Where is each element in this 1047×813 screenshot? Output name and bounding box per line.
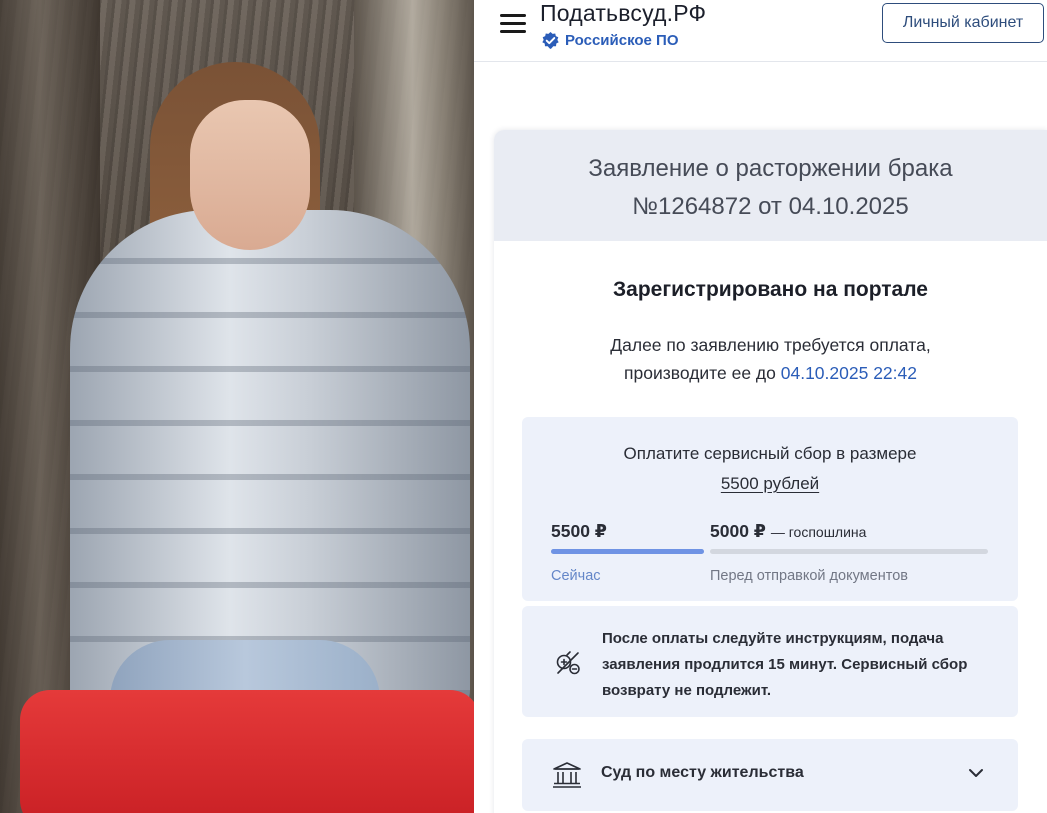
info-text: После оплаты следуйте инструкциям, подач… bbox=[602, 630, 968, 699]
face bbox=[190, 100, 310, 250]
status-title: Зарегистрировано на портале bbox=[613, 278, 928, 301]
verified-check-icon bbox=[542, 31, 559, 49]
court-label: Суд по месту жительства bbox=[601, 764, 804, 781]
step-value: 5500 ₽ bbox=[551, 521, 607, 541]
chevron-down-icon[interactable] bbox=[968, 767, 984, 779]
notice-line1: Далее по заявлению требуется оплата, bbox=[610, 335, 931, 355]
tv-still-photo bbox=[0, 0, 474, 813]
application-number: №1264872 от 04.10.2025 bbox=[632, 193, 909, 220]
step-note: — госпошлина bbox=[770, 524, 867, 540]
payment-caption-text: Оплатите сервисный сбор в размере bbox=[623, 444, 917, 463]
site-brand[interactable]: Податьвсуд.РФ bbox=[540, 0, 706, 27]
court-building-icon bbox=[553, 762, 581, 788]
step-amount: 5500 ₽ bbox=[551, 521, 704, 542]
payment-step-later: 5000 ₽ — госпошлина Перед отправкой доку… bbox=[710, 521, 988, 584]
notice-prefix: производите ее до bbox=[624, 363, 776, 383]
payment-caption: Оплатите сервисный сбор в размере 5500 р… bbox=[522, 439, 1018, 499]
step-progress-bar bbox=[551, 549, 704, 554]
info-panel: После оплаты следуйте инструкциям, подач… bbox=[522, 606, 1018, 717]
payment-panel: Оплатите сервисный сбор в размере 5500 р… bbox=[522, 417, 1018, 601]
payment-notice: Далее по заявлению требуется оплата, про… bbox=[494, 331, 1047, 387]
court-accordion[interactable]: Суд по месту жительства bbox=[522, 739, 1018, 811]
menu-icon[interactable] bbox=[500, 12, 528, 34]
notice-line2: производите ее до 04.10.2025 22:42 bbox=[494, 359, 1047, 387]
verified-badge: Российское ПО bbox=[541, 31, 679, 50]
step-value: 5000 ₽ bbox=[710, 521, 766, 541]
step-progress-fill bbox=[551, 549, 704, 554]
personal-account-button[interactable]: Личный кабинет bbox=[882, 3, 1044, 43]
no-refund-icon bbox=[556, 651, 580, 675]
step-progress-bar bbox=[710, 549, 988, 554]
red-pillow bbox=[20, 690, 474, 813]
application-card: Заявление о расторжении брака №1264872 о… bbox=[494, 130, 1047, 813]
application-header: Заявление о расторжении брака №1264872 о… bbox=[494, 130, 1047, 241]
payment-step-now: 5500 ₽ Сейчас bbox=[551, 521, 704, 584]
step-when: Сейчас bbox=[551, 568, 601, 584]
app-screen: Податьвсуд.РФ Российское ПО Личный кабин… bbox=[474, 0, 1047, 813]
application-title: Заявление о расторжении брака bbox=[588, 155, 953, 182]
step-amount: 5000 ₽ — госпошлина bbox=[710, 521, 988, 542]
site-header: Податьвсуд.РФ Российское ПО Личный кабин… bbox=[474, 0, 1047, 62]
payment-deadline: 04.10.2025 22:42 bbox=[780, 363, 917, 383]
payment-amount-link[interactable]: 5500 рублей bbox=[721, 474, 819, 493]
step-when: Перед отправкой документов bbox=[710, 568, 908, 584]
verified-label: Российское ПО bbox=[565, 32, 679, 49]
